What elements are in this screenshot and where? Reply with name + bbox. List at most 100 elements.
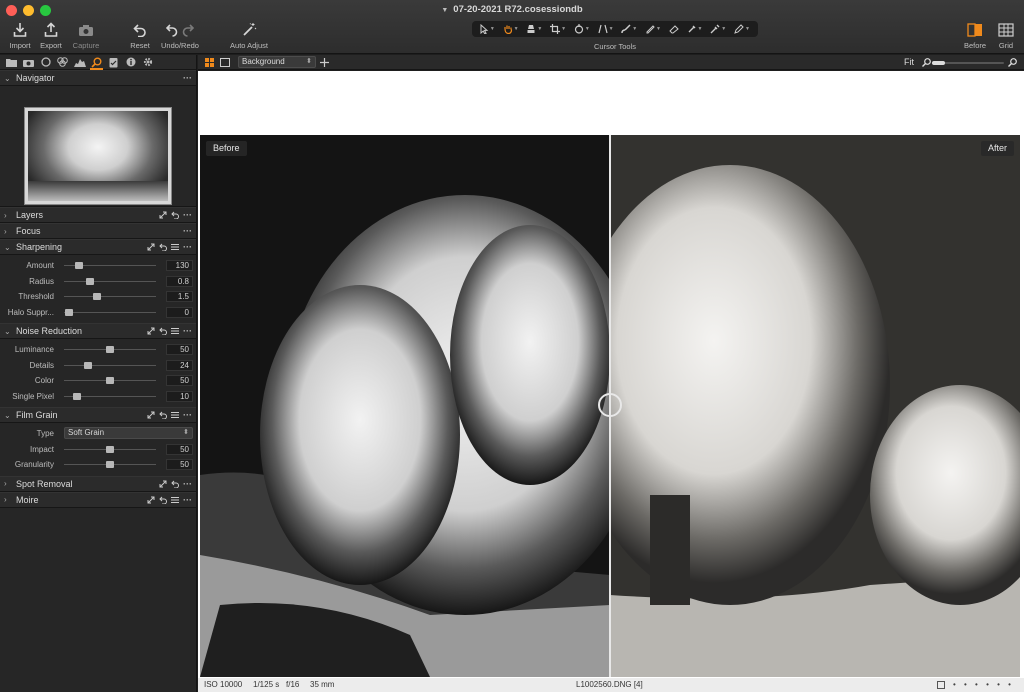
expand-icon[interactable] [147, 496, 155, 504]
sharpening-header[interactable]: ⌄ Sharpening ··· [0, 239, 196, 255]
divider-handle[interactable] [598, 393, 622, 417]
single-pixel-slider[interactable] [64, 392, 156, 400]
more-icon[interactable]: ··· [183, 495, 192, 505]
slider-handle[interactable] [106, 461, 114, 468]
luminance-value-field[interactable]: 50 [166, 344, 193, 355]
navigator-header[interactable]: ⌄ Navigator ··· [0, 70, 196, 86]
granularity-value-field[interactable]: 50 [166, 459, 193, 470]
focus-header[interactable]: › Focus ··· [0, 223, 196, 239]
noise-reduction-header[interactable]: ⌄ Noise Reduction ··· [0, 323, 196, 339]
more-icon[interactable]: ··· [183, 226, 192, 236]
tab-lens[interactable] [39, 56, 52, 69]
radius-slider[interactable] [64, 277, 156, 285]
rotate-cursor-tool[interactable]: ▼ [574, 24, 590, 34]
chevron-right-icon[interactable]: › [4, 211, 13, 220]
halo-suppression-value-field[interactable]: 0 [166, 306, 193, 318]
expand-icon[interactable] [159, 480, 167, 488]
picker-cursor-tool[interactable]: ▼ [710, 24, 726, 34]
details-value-field[interactable]: 24 [166, 359, 193, 371]
color-slider[interactable] [64, 377, 156, 384]
tab-details[interactable] [90, 56, 103, 70]
film-grain-header[interactable]: ⌄ Film Grain ··· [0, 407, 196, 423]
moire-header[interactable]: › Moire ··· [0, 491, 196, 508]
tab-settings[interactable] [141, 56, 154, 69]
more-icon[interactable]: ··· [183, 73, 192, 83]
chevron-down-icon[interactable]: ⌄ [4, 243, 13, 252]
slider-handle[interactable] [85, 277, 94, 285]
auto-adjust-button[interactable]: Auto Adjust [229, 20, 269, 50]
slider-handle[interactable] [64, 308, 73, 316]
more-icon[interactable]: ··· [183, 479, 192, 489]
loupe-cursor-tool[interactable]: ▼ [526, 24, 542, 34]
tab-color[interactable] [56, 56, 69, 69]
expand-icon[interactable] [159, 211, 167, 219]
proof-margin-icon[interactable] [937, 681, 945, 689]
capture-button[interactable]: Capture [66, 20, 106, 50]
undo-icon[interactable] [166, 23, 178, 37]
color-picker-cursor-tool[interactable]: ▼ [687, 24, 703, 34]
tab-adjustments[interactable] [107, 56, 120, 69]
threshold-slider[interactable] [64, 293, 156, 300]
keystone-cursor-tool[interactable]: ▼ [597, 24, 614, 34]
more-icon[interactable]: ··· [183, 410, 192, 420]
undo-redo-button[interactable]: Undo/Redo [160, 20, 200, 50]
slider-handle[interactable] [74, 262, 83, 269]
grain-type-select[interactable]: Soft Grain ⬍ [64, 427, 193, 439]
fit-button[interactable]: Fit [904, 57, 914, 67]
reset-icon[interactable] [171, 211, 179, 219]
overlay-dots-icon[interactable]: • • • • • • [953, 678, 1014, 692]
slider-handle[interactable] [72, 392, 81, 400]
amount-slider[interactable] [64, 262, 156, 269]
color-value-field[interactable]: 50 [166, 375, 193, 386]
reset-icon[interactable] [159, 327, 167, 335]
photo-comparison[interactable]: Before After [200, 135, 1020, 677]
amount-value-field[interactable]: 130 [166, 260, 193, 271]
reset-icon[interactable] [159, 411, 167, 419]
crop-cursor-tool[interactable]: ▼ [550, 24, 566, 34]
annotate-cursor-tool[interactable]: ▼ [734, 24, 750, 34]
tab-exposure[interactable] [73, 56, 86, 69]
slider-handle[interactable] [83, 361, 92, 369]
single-view-icon[interactable] [220, 58, 230, 67]
reset-icon[interactable] [159, 243, 167, 251]
chevron-right-icon[interactable]: › [4, 479, 13, 488]
impact-slider[interactable] [64, 445, 156, 453]
expand-icon[interactable] [147, 327, 155, 335]
more-icon[interactable]: ··· [183, 326, 192, 336]
slider-handle[interactable] [106, 445, 114, 453]
expand-icon[interactable] [147, 243, 155, 251]
layer-select[interactable]: Background ⬍ [238, 56, 316, 68]
tab-library[interactable] [5, 56, 18, 69]
brush-cursor-tool[interactable]: ▼ [621, 24, 637, 34]
halo-suppression-slider[interactable] [64, 308, 156, 316]
multi-view-icon[interactable] [205, 58, 214, 67]
tab-metadata[interactable] [124, 56, 137, 69]
title-dropdown-icon[interactable]: ▼ [441, 7, 448, 14]
zoom-slider[interactable] [932, 61, 1004, 65]
navigator-thumbnail[interactable] [24, 107, 172, 205]
impact-value-field[interactable]: 50 [166, 443, 193, 455]
more-icon[interactable]: ··· [183, 210, 192, 220]
expand-icon[interactable] [147, 411, 155, 419]
presets-icon[interactable] [171, 496, 179, 504]
slider-handle[interactable] [93, 293, 102, 300]
reset-icon[interactable] [159, 496, 167, 504]
grid-button[interactable]: Grid [986, 20, 1024, 50]
granularity-slider[interactable] [64, 461, 156, 468]
chevron-down-icon[interactable]: ⌄ [4, 74, 13, 83]
slider-handle[interactable] [106, 377, 114, 384]
radius-value-field[interactable]: 0.8 [166, 275, 193, 287]
chevron-down-icon[interactable]: ⌄ [4, 327, 13, 336]
image-viewer[interactable]: Before After [198, 71, 1024, 678]
luminance-slider[interactable] [64, 346, 156, 353]
details-slider[interactable] [64, 361, 156, 369]
layers-header[interactable]: › Layers ··· [0, 207, 196, 223]
tab-capture[interactable] [22, 56, 35, 69]
redo-icon[interactable] [182, 23, 194, 37]
more-icon[interactable]: ··· [183, 242, 192, 252]
erase-mask-cursor-tool[interactable] [669, 24, 679, 34]
reset-icon[interactable] [171, 480, 179, 488]
chevron-down-icon[interactable]: ⌄ [4, 411, 13, 420]
reset-button[interactable]: Reset [120, 20, 160, 50]
presets-icon[interactable] [171, 327, 179, 335]
